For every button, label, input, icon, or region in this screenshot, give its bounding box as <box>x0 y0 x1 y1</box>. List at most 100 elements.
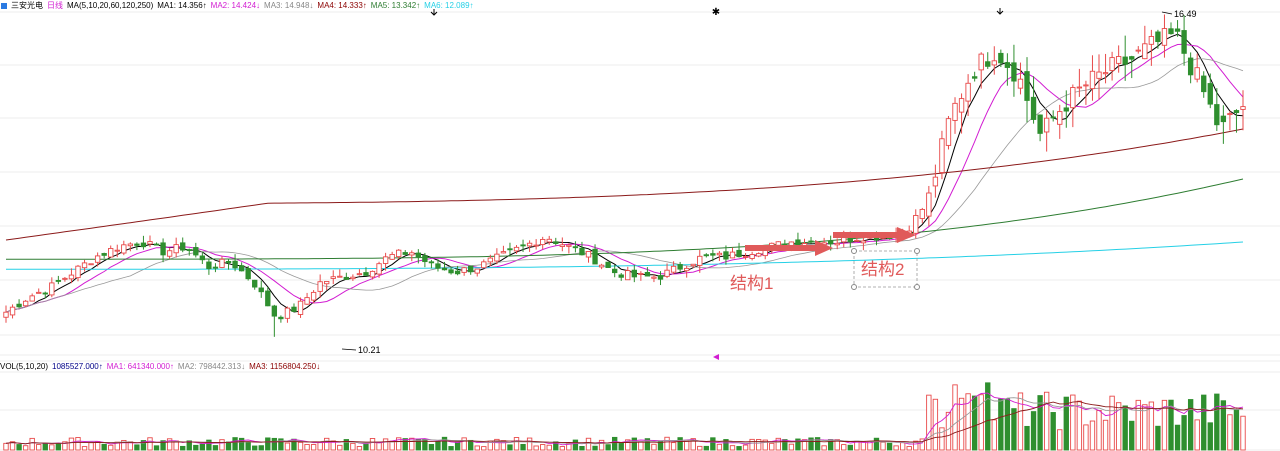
candle-body <box>166 250 173 257</box>
candle-body <box>435 263 441 269</box>
ma5-line <box>5 33 1244 313</box>
volume-bar <box>252 445 258 451</box>
candlestick-chart[interactable]: 16.49 10.21 ✱ 结构1 结构2 <box>0 0 1280 451</box>
candle-body <box>808 240 814 243</box>
candle-body <box>310 291 317 301</box>
low-label: 10.21 <box>358 345 381 355</box>
resize-handle-icon[interactable] <box>914 248 920 254</box>
candle-body <box>598 264 605 268</box>
structure2-label[interactable]: 结构2 <box>861 260 904 279</box>
candle-body <box>657 275 664 280</box>
candle-body <box>834 242 840 246</box>
volume-bar <box>952 384 958 451</box>
candle-body <box>978 53 984 71</box>
candle-body <box>913 215 919 234</box>
candle-body <box>526 242 533 247</box>
candle-body <box>1227 113 1233 116</box>
candle-body <box>1057 111 1063 125</box>
volume-bar <box>461 437 467 451</box>
resize-handle-icon[interactable] <box>914 284 920 290</box>
candle-body <box>985 61 991 67</box>
candle-body <box>402 252 408 255</box>
candle-body <box>795 239 801 247</box>
structure1-label[interactable]: 结构1 <box>730 274 773 293</box>
candle-body <box>553 241 559 244</box>
candle-body <box>572 246 579 249</box>
candle-body <box>55 279 62 282</box>
candle-body <box>684 267 690 272</box>
volume-bar <box>605 444 611 451</box>
candle-body <box>945 118 952 146</box>
candle-body <box>238 265 245 272</box>
candle-body <box>127 243 134 247</box>
volume-bar <box>42 442 48 451</box>
candle-body <box>677 264 683 270</box>
candle-body <box>140 242 147 248</box>
candle-body <box>579 247 585 256</box>
volume-bar <box>899 442 906 451</box>
candle-body <box>180 242 186 251</box>
candle-body <box>343 276 350 280</box>
candle-body <box>1089 70 1096 90</box>
candle-body <box>670 265 677 273</box>
volume-bar <box>1109 395 1115 451</box>
volume-bar <box>1187 399 1194 451</box>
low-pointer <box>341 348 357 351</box>
volume-bar <box>454 441 461 451</box>
volume-bar <box>108 444 114 451</box>
volume-bar <box>1214 393 1220 451</box>
volume-bar <box>22 445 29 451</box>
candle-body <box>1004 62 1011 68</box>
ma20-line <box>5 58 1244 313</box>
candle-body <box>252 279 258 288</box>
candle-body <box>9 306 16 316</box>
candle-body <box>1037 114 1043 134</box>
resize-handle-icon[interactable] <box>851 248 857 254</box>
candle-body <box>225 260 232 264</box>
volume-bar <box>926 394 932 451</box>
candle-body <box>664 269 670 277</box>
candle-body <box>1070 87 1076 109</box>
volume-bar <box>520 443 526 451</box>
volume-bar <box>841 444 847 451</box>
volume-bar <box>1174 424 1181 451</box>
candle-body <box>88 263 94 266</box>
candle-body <box>651 276 657 279</box>
candle-body <box>775 241 781 246</box>
structure2-arrow-shaft <box>833 232 899 238</box>
candle-body <box>428 261 435 264</box>
candle-body <box>500 251 507 254</box>
candle-body <box>94 255 101 263</box>
volume-bar <box>1201 394 1207 451</box>
candle-body <box>592 248 598 265</box>
volume-bar <box>225 441 232 451</box>
volume-bar <box>81 446 88 451</box>
volume-bar <box>821 445 827 451</box>
volume-bar <box>1089 420 1096 451</box>
volume-bar <box>612 436 618 451</box>
candle-body <box>114 249 120 252</box>
candle-body <box>736 249 742 258</box>
volume-bar <box>1050 412 1056 451</box>
volume-bar <box>448 446 454 451</box>
volume-bar <box>1030 411 1037 451</box>
volume-bar <box>382 438 389 451</box>
candle-body <box>219 258 225 268</box>
resize-handle-icon[interactable] <box>851 284 857 290</box>
candle-body <box>1240 106 1246 110</box>
volume-bar <box>893 445 899 451</box>
volume-bar <box>75 437 81 451</box>
volume-bar <box>232 437 238 451</box>
candle-body <box>173 244 179 254</box>
candle-body <box>1102 72 1109 75</box>
moving-average-lines <box>5 33 1244 313</box>
candle-body <box>540 239 546 246</box>
volume-bar <box>651 443 657 451</box>
vol-ma3-value: MA3: 1156804.250↓ <box>249 362 321 371</box>
candle-body <box>376 263 382 275</box>
volume-bar <box>755 439 762 451</box>
candle-body <box>703 254 709 257</box>
vol-ma2-value: MA2: 798442.313↓ <box>177 362 246 371</box>
volume-bar <box>29 437 35 451</box>
candle-body <box>625 270 631 281</box>
